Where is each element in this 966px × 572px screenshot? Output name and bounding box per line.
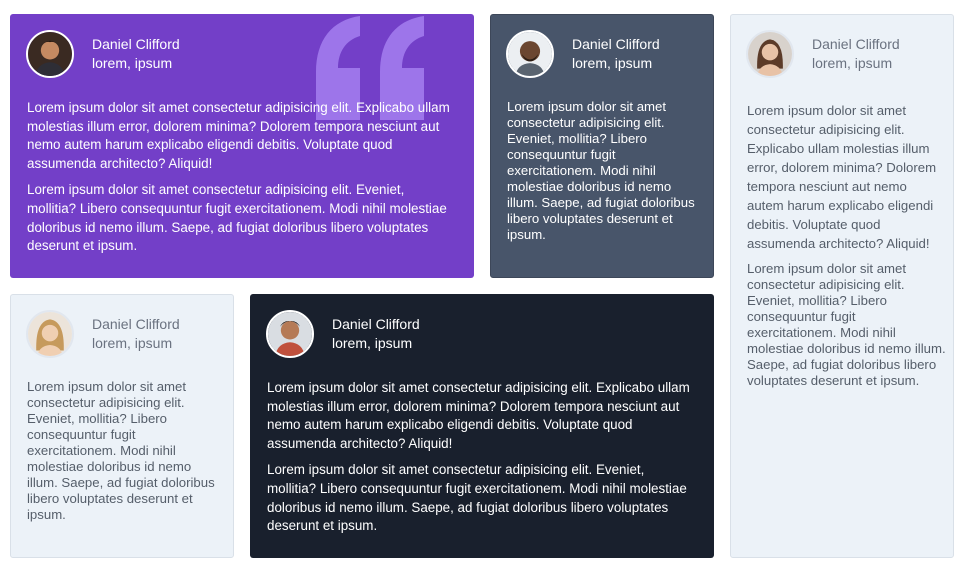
author-name: Daniel Clifford bbox=[92, 36, 180, 52]
testimonial-header: Daniel Clifford lorem, ipsum bbox=[266, 310, 420, 358]
testimonial-card-5: Daniel Clifford lorem, ipsum Lorem ipsum… bbox=[250, 294, 714, 558]
avatar bbox=[506, 30, 554, 78]
testimonial-paragraph: Lorem ipsum dolor sit amet consectetur a… bbox=[747, 261, 946, 388]
author-name: Daniel Clifford bbox=[92, 316, 180, 332]
testimonial-paragraph: Lorem ipsum dolor sit amet consectetur a… bbox=[27, 182, 447, 254]
author-role: lorem, ipsum bbox=[572, 55, 653, 71]
testimonial-paragraph: Lorem ipsum dolor sit amet consectetur a… bbox=[507, 99, 695, 242]
avatar bbox=[746, 30, 794, 78]
avatar bbox=[26, 30, 74, 78]
testimonial-paragraph: Lorem ipsum dolor sit amet consectetur a… bbox=[267, 380, 690, 451]
author-name: Daniel Clifford bbox=[812, 36, 900, 52]
author-role: lorem, ipsum bbox=[812, 55, 893, 71]
avatar bbox=[266, 310, 314, 358]
testimonial-header: Daniel Clifford lorem, ipsum bbox=[26, 310, 180, 358]
testimonial-body: Lorem ipsum dolor sit amet consectetur a… bbox=[27, 379, 217, 531]
testimonial-header: Daniel Clifford lorem, ipsum bbox=[506, 30, 660, 78]
testimonial-body: Lorem ipsum dolor sit amet consectetur a… bbox=[27, 99, 457, 264]
testimonial-body: Lorem ipsum dolor sit amet consectetur a… bbox=[747, 101, 947, 397]
testimonial-header: Daniel Clifford lorem, ipsum bbox=[26, 30, 180, 78]
testimonial-paragraph: Lorem ipsum dolor sit amet consectetur a… bbox=[27, 100, 450, 171]
testimonial-paragraph: Lorem ipsum dolor sit amet consectetur a… bbox=[747, 103, 937, 251]
author-role: lorem, ipsum bbox=[92, 335, 173, 351]
author-role: lorem, ipsum bbox=[92, 55, 173, 71]
testimonial-body: Lorem ipsum dolor sit amet consectetur a… bbox=[507, 99, 697, 251]
testimonial-paragraph: Lorem ipsum dolor sit amet consectetur a… bbox=[267, 462, 687, 534]
testimonial-paragraph: Lorem ipsum dolor sit amet consectetur a… bbox=[27, 379, 215, 522]
testimonial-header: Daniel Clifford lorem, ipsum bbox=[746, 30, 900, 78]
avatar bbox=[26, 310, 74, 358]
author-name: Daniel Clifford bbox=[332, 316, 420, 332]
testimonial-card-3: Daniel Clifford lorem, ipsum Lorem ipsum… bbox=[730, 14, 954, 558]
author-name: Daniel Clifford bbox=[572, 36, 660, 52]
testimonial-card-2: Daniel Clifford lorem, ipsum Lorem ipsum… bbox=[490, 14, 714, 278]
author-role: lorem, ipsum bbox=[332, 335, 413, 351]
testimonial-card-1: Daniel Clifford lorem, ipsum Lorem ipsum… bbox=[10, 14, 474, 278]
testimonial-card-4: Daniel Clifford lorem, ipsum Lorem ipsum… bbox=[10, 294, 234, 558]
testimonial-body: Lorem ipsum dolor sit amet consectetur a… bbox=[267, 379, 697, 544]
